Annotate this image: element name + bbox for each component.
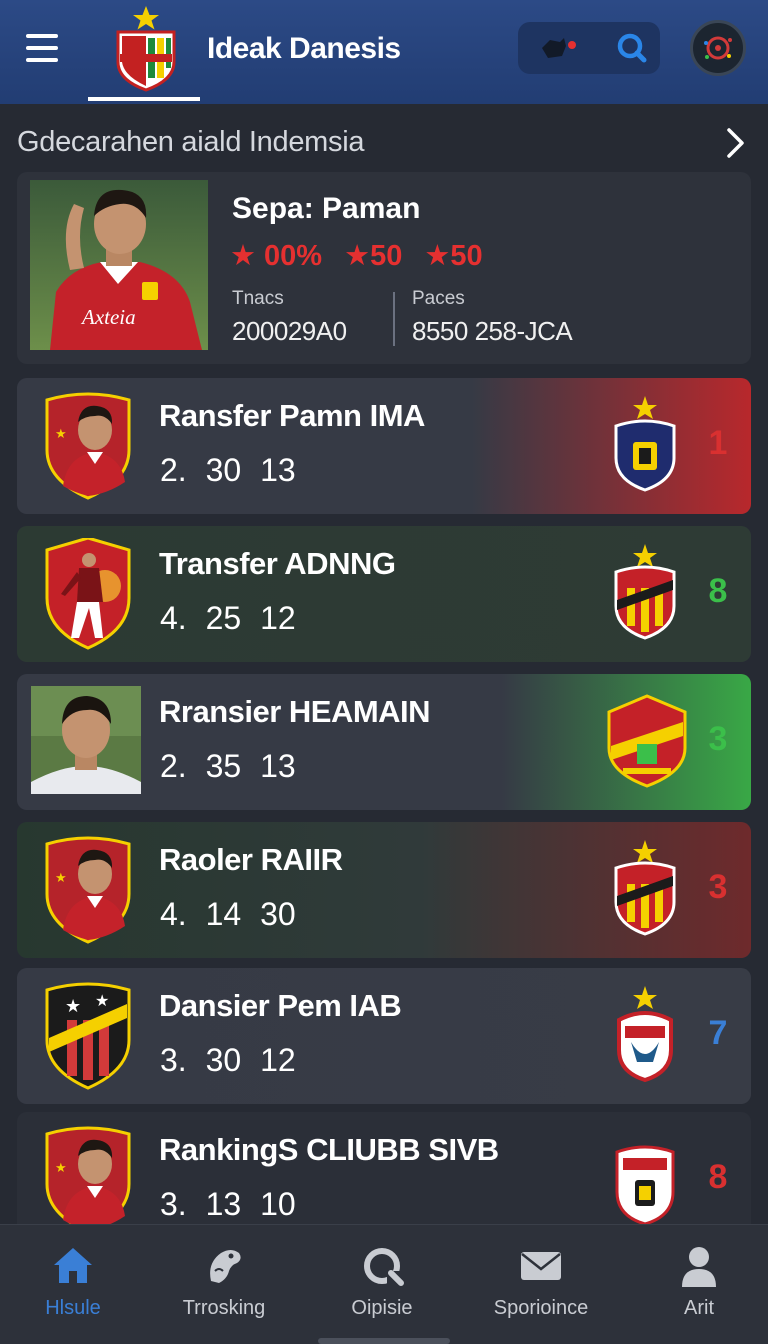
club-badge-icon [613,1130,677,1226]
ranking-name: Ransfer Pamn IMA [159,398,425,433]
svg-text:★: ★ [55,427,67,442]
nav-account[interactable]: Arit [624,1225,768,1344]
nav-label-opinion: Oipisie [351,1297,413,1319]
app-title: Ideak Danesis [207,32,401,65]
settings-wheel-icon[interactable] [690,20,746,76]
logo-tab-indicator [88,97,200,101]
nav-tracking[interactable]: Trrosking [149,1225,299,1344]
featured-player-name: Sepa: Paman [232,192,421,225]
rating-star-b: ★50 [424,240,483,272]
club-badge-icon [613,840,677,936]
ranking-value: 7 [708,1014,728,1052]
ranking-stats: 4. 25 12 [160,600,296,636]
menu-icon[interactable] [26,34,58,62]
ranking-stats: 3. 13 10 [160,1186,296,1222]
ranking-card[interactable]: Rransier HEAMAIN 2. 35 13 3 [17,674,751,810]
nav-label-sporioince: Sporioince [493,1297,589,1319]
dragon-icon [201,1243,247,1289]
ranking-card[interactable]: Transfer ADNNG 4. 25 12 8 [17,526,751,662]
ranking-stats: 2. 35 13 [160,748,296,784]
ranking-value: 8 [708,1158,728,1196]
player-photo [31,686,141,794]
nav-label-account: Arit [684,1297,714,1319]
ranking-name: Transfer ADNNG [159,546,396,581]
bottom-navigation: Hlsule Trrosking Oipisie Sporioince Arit [0,1224,768,1344]
mail-icon [518,1243,564,1289]
svg-text:★: ★ [55,1161,67,1176]
ranking-name: Rransier HEAMAIN [159,694,431,729]
nav-label-tracking: Trrosking [182,1297,266,1319]
refresh-icon [359,1243,405,1289]
ranking-value: 3 [708,720,728,758]
app-header: Ideak Danesis [0,0,768,104]
svg-text:★: ★ [95,991,109,1010]
player-crest-avatar: ★ [43,1124,133,1236]
ranking-value: 1 [708,424,728,462]
stat-label-paces: Paces [412,288,465,309]
home-icon [50,1243,96,1289]
user-icon [676,1243,722,1289]
ranking-card[interactable]: ★ Ransfer Pamn IMA 2. 30 13 1 [17,378,751,514]
chevron-right-icon[interactable] [722,126,748,160]
ranking-name: Raoler RAIIR [159,842,343,877]
search-bar[interactable] [518,22,660,74]
club-badge-icon [605,692,689,788]
stat-label-tnacs: Tnacs [232,288,284,309]
nav-opinion[interactable]: Oipisie [307,1225,457,1344]
jersey-text: Axteia [80,305,136,329]
ranking-stats: 3. 30 12 [160,1042,296,1078]
player-crest-avatar [43,536,133,650]
player-crest-avatar: ★ [43,834,133,946]
camera-icon[interactable] [538,34,586,62]
home-indicator [318,1338,450,1344]
ranking-name: Dansier Pem IAB [159,988,402,1023]
player-crest-avatar: ★ [43,390,133,502]
featured-player-card[interactable]: Axteia Sepa: Paman ★ 00% ★50 ★50 Tnacs 200… [17,172,751,364]
club-logo[interactable] [110,4,182,96]
club-badge-icon [613,986,677,1083]
rating-star-a: ★50 [344,240,403,272]
club-badge-icon [613,544,677,640]
ranking-name: RankingS CLIUBB SIVB [159,1132,499,1167]
club-badge-icon [613,396,677,492]
svg-text:★: ★ [55,871,67,886]
rating-percent: ★ 00% [230,240,323,272]
nav-home[interactable]: Hlsule [0,1225,148,1344]
stat-divider [393,292,395,346]
ranking-stats: 2. 30 13 [160,452,296,488]
nav-label-home: Hlsule [45,1297,101,1319]
search-icon[interactable] [614,32,650,64]
featured-player-photo: Axteia [30,180,208,350]
ranking-card[interactable]: ★ Raoler RAIIR 4. 14 30 3 [17,822,751,958]
ranking-card[interactable]: ★ ★ Dansier Pem IAB 3. 30 12 7 [17,968,751,1104]
stat-value-tnacs: 200029A0 [232,316,347,346]
rating-row: ★ 00% ★50 ★50 [230,238,505,273]
player-crest-avatar: ★ ★ [43,980,133,1092]
stat-value-paces: 8550 258-JCA [412,316,573,346]
ranking-stats: 4. 14 30 [160,896,296,932]
ranking-value: 8 [708,572,728,610]
ranking-value: 3 [708,868,728,906]
nav-sporioince[interactable]: Sporioince [466,1225,616,1344]
section-title: Gdecarahen aiald Indemsia [17,126,365,158]
svg-text:★: ★ [65,996,81,1017]
